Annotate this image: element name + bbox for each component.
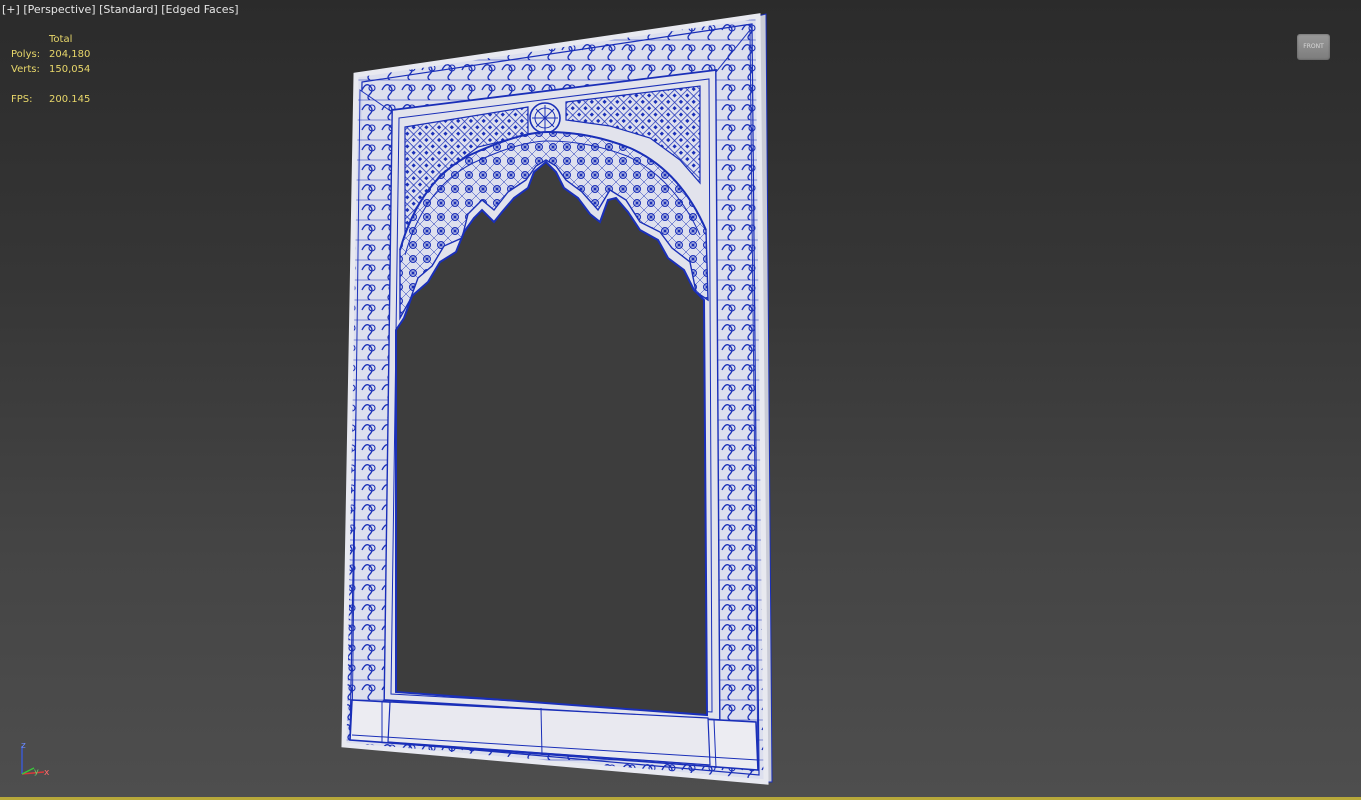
fps-label: FPS: — [11, 94, 33, 105]
polys-label: Polys: — [11, 49, 41, 60]
viewcube-front-face[interactable]: FRONT — [1303, 43, 1324, 50]
verts-label: Verts: — [11, 64, 40, 75]
viewcube[interactable]: FRONT — [1297, 34, 1330, 60]
polys-value: 204,180 — [49, 49, 91, 60]
viewport-shading-menu[interactable]: [Standard] — [99, 3, 158, 16]
axis-x-label: x — [44, 768, 50, 778]
viewport-label-menu[interactable]: [+] [Perspective] [Standard] [Edged Face… — [2, 3, 239, 16]
viewport-statistics: Total Polys: 204,180 Verts: 150,054 FPS:… — [11, 32, 90, 107]
viewport-plus-menu[interactable]: [+] — [2, 3, 20, 16]
stats-header: Total — [49, 34, 73, 45]
viewport-view-menu[interactable]: [Perspective] — [23, 3, 95, 16]
axis-z-label: z — [21, 741, 26, 751]
verts-value: 150,054 — [49, 64, 91, 75]
axis-tripod-icon: z y x — [21, 741, 50, 778]
arch-panel-model[interactable] — [0, 0, 1361, 800]
perspective-viewport[interactable]: [+] [Perspective] [Standard] [Edged Face… — [0, 0, 1361, 800]
fps-value: 200.145 — [49, 94, 91, 105]
viewport-mode-menu[interactable]: [Edged Faces] — [161, 3, 238, 16]
axis-y-label: y — [34, 767, 39, 776]
